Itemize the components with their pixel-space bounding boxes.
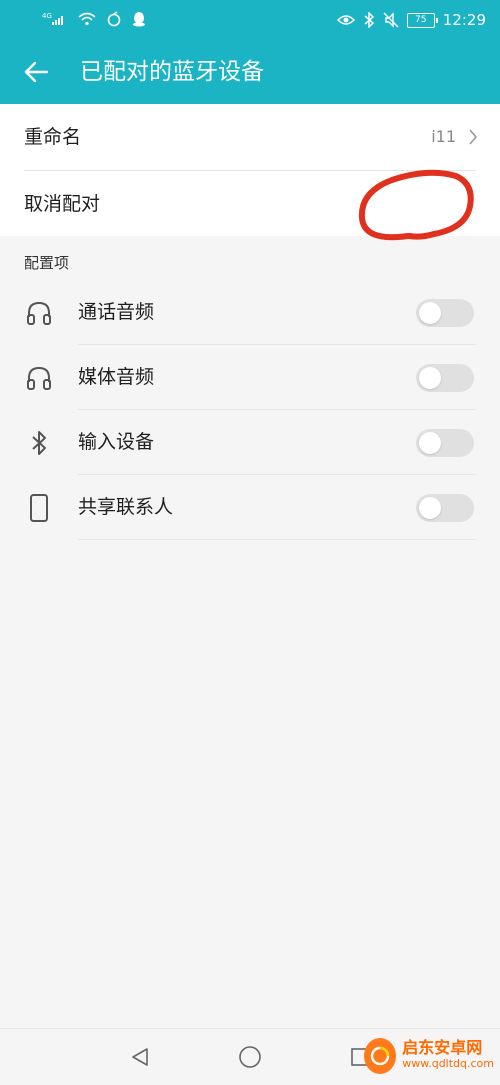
network-label: 4G [42,12,52,20]
profile-item-call-audio: 通话音频 [0,280,500,345]
qq-icon [133,12,145,27]
profile-item-media-audio: 媒体音频 [0,345,500,410]
app-bar: 已配对的蓝牙设备 [0,40,500,104]
bluetooth-icon [24,428,54,458]
call-audio-toggle[interactable] [416,299,474,327]
section-header: 配置项 [24,254,70,272]
headphones-icon [24,363,54,393]
unpair-label: 取消配对 [24,193,101,215]
watermark-url: www.qdltdq.com [402,1057,494,1070]
bluetooth-status-icon [364,12,374,28]
share-contacts-toggle[interactable] [416,494,474,522]
red-circle-annotation [358,169,474,241]
wifi-icon [78,12,96,26]
mute-icon [383,12,399,28]
signal-icon: 4G [42,12,63,25]
nav-back-button[interactable] [126,1043,154,1071]
profile-label: 通话音频 [78,301,155,323]
watermark-title: 启东安卓网 [402,1038,483,1057]
status-bar: 4G 75 12:29 [0,0,500,40]
status-left-icons: 4G [42,11,146,27]
watermark: 启东安卓网 www.qdltdq.com [364,1034,494,1078]
back-button[interactable] [16,52,56,92]
profile-item-share-contacts: 共享联系人 [0,475,500,540]
back-arrow-icon [24,61,49,83]
phone-icon [24,493,54,523]
status-right-icons: 75 12:29 [336,10,486,30]
app-notification-icon [107,11,121,27]
status-time: 12:29 [442,11,486,29]
profile-label: 输入设备 [78,431,155,453]
nav-home-button[interactable] [236,1043,264,1071]
rename-row[interactable]: 重命名 i11 [0,104,500,170]
item-divider [78,539,476,540]
toggle-knob [419,302,441,324]
page-title: 已配对的蓝牙设备 [80,59,264,85]
chevron-right-icon [469,129,478,145]
input-device-toggle[interactable] [416,429,474,457]
profile-label: 媒体音频 [78,366,155,388]
toggle-knob [419,367,441,389]
battery-icon: 75 [406,12,438,28]
device-name-value: i11 [431,127,456,146]
toggle-knob [419,497,441,519]
profile-item-input-device: 输入设备 [0,410,500,475]
rename-label: 重命名 [24,126,82,148]
eye-comfort-icon [336,15,355,25]
circle-home-icon [239,1046,261,1068]
media-audio-toggle[interactable] [416,364,474,392]
headphones-icon [24,298,54,328]
toggle-knob [419,432,441,454]
profile-label: 共享联系人 [78,496,174,518]
watermark-text: 启东安卓网 www.qdltdq.com [402,1040,494,1072]
triangle-back-icon [132,1048,148,1066]
watermark-logo [364,1038,397,1074]
